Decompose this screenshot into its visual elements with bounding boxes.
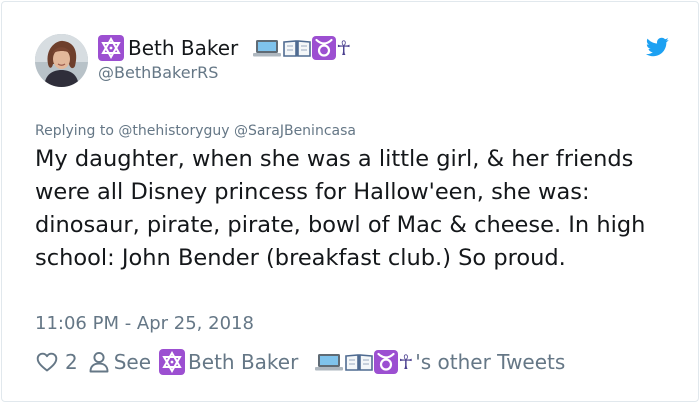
other-tweets-label[interactable]: 's other Tweets [415, 350, 565, 374]
laptop-emoji [315, 354, 344, 371]
star-of-david-icon [98, 35, 124, 61]
open-book-emoji [345, 354, 374, 371]
tweet-text: My daughter, when she was a little girl,… [35, 146, 646, 271]
ankh-emoji: ☥ [398, 350, 414, 374]
avatar-photo [35, 34, 88, 87]
tweet-timestamp[interactable]: 11:06 PM - Apr 25, 2018 [35, 313, 254, 334]
heart-icon[interactable] [35, 350, 59, 374]
open-book-emoji [283, 40, 312, 57]
twitter-bird-icon[interactable] [644, 35, 670, 59]
see-label[interactable]: See [114, 350, 151, 374]
see-other-tweets-link[interactable]: See Beth Baker ☥ 's other Tweets [88, 349, 565, 375]
reply-context: Replying to @thehistoryguy @SaraJBeninca… [35, 123, 356, 139]
star-of-david-glyph [101, 37, 121, 59]
ankh-emoji: ☥ [336, 36, 352, 60]
tweet-card: Beth Baker ☥ @BethBakerRS Replying to @t… [1, 1, 699, 402]
reply-mention-1[interactable]: @thehistoryguy [118, 123, 229, 139]
reply-prefix: Replying to [35, 123, 114, 139]
tweet-actions: 2 See Beth Baker ☥ 's other Tweets [35, 345, 565, 379]
star-of-david-icon [159, 349, 186, 375]
avatar[interactable] [35, 34, 88, 87]
author-handle[interactable]: @BethBakerRS [98, 63, 218, 82]
taurus-emoji [312, 36, 337, 60]
footer-emoji-group: ☥ [314, 350, 413, 374]
like-count[interactable]: 2 [65, 350, 78, 374]
reply-mention-2[interactable]: @SaraJBenincasa [234, 123, 356, 139]
laptop-emoji [253, 40, 282, 57]
taurus-emoji [374, 350, 399, 374]
name-emoji-group: ☥ [252, 36, 351, 60]
footer-author-name[interactable]: Beth Baker [188, 350, 298, 374]
star-of-david-glyph [162, 351, 182, 373]
author-name-row[interactable]: Beth Baker ☥ [98, 33, 351, 63]
author-display-name[interactable]: Beth Baker [128, 36, 238, 60]
person-icon [89, 351, 109, 373]
